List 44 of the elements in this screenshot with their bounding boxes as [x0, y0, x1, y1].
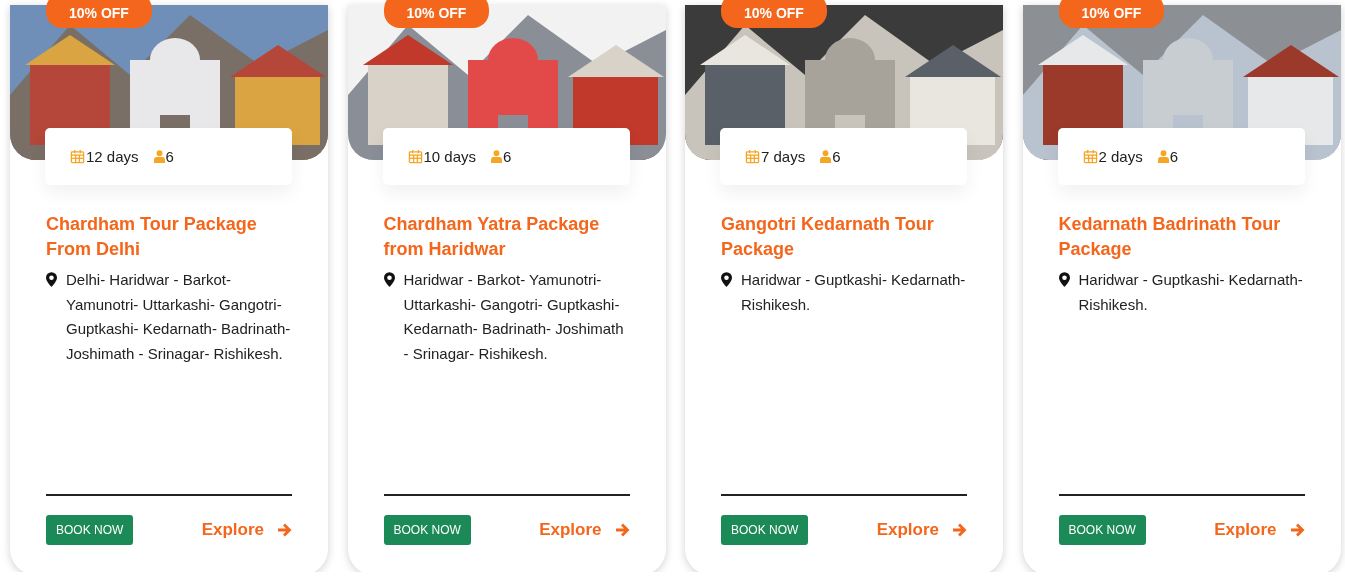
discount-badge: 10% OFF	[1058, 0, 1165, 28]
calendar-icon	[745, 149, 760, 164]
calendar-icon	[70, 149, 85, 164]
location-pin-icon	[46, 272, 57, 287]
duration-text: 7 days	[761, 148, 806, 165]
calendar-icon	[1082, 149, 1098, 164]
person-icon	[1157, 150, 1169, 163]
discount-badge: 10% OFF	[721, 0, 827, 28]
location-pin-icon	[1058, 272, 1070, 287]
duration-text: 12 days	[86, 148, 139, 165]
discount-badge: 10% OFF	[383, 0, 490, 28]
arrow-right-icon[interactable]	[278, 523, 292, 537]
discount-badge: 10% OFF	[46, 0, 152, 28]
person-icon	[491, 150, 503, 163]
tour-title: Kedarnath Badrinath Tour Package	[1058, 213, 1282, 261]
person-icon	[820, 150, 832, 163]
arrow-right-icon[interactable]	[615, 523, 630, 537]
duration-text: 2 days	[1098, 148, 1143, 165]
duration-text: 10 days	[423, 148, 477, 165]
people-count: 6	[1169, 148, 1179, 165]
book-now-button[interactable]: BOOK NOW	[721, 515, 809, 545]
explore-link[interactable]: Explore	[539, 520, 602, 540]
calendar-icon	[407, 149, 423, 164]
route-text: Delhi- Haridwar - Barkot- Yamunotri- Uttarkashi- Gangotri- Guptkashi- Kedarnath- Badrinath- Joshimath - Srinagar- Rishikesh.	[66, 270, 292, 364]
arrow-right-icon[interactable]	[953, 523, 967, 537]
explore-link[interactable]: Explore	[1214, 520, 1277, 540]
location-pin-icon	[383, 272, 395, 287]
tour-title: Chardham Tour Package From Delhi	[46, 213, 258, 261]
book-now-button[interactable]: BOOK NOW	[1058, 515, 1146, 545]
route-text: Haridwar - Guptkashi- Kedarnath- Rishikesh.	[741, 270, 967, 315]
explore-link[interactable]: Explore	[201, 520, 264, 540]
book-now-button[interactable]: BOOK NOW	[46, 515, 134, 545]
arrow-right-icon[interactable]	[1290, 523, 1305, 537]
route-text: Haridwar - Barkot- Yamunotri- Uttarkashi- Gangotri- Guptkashi- Kedarnath- Badrinath- Joshimath - Srinagar- Rishikesh.	[403, 270, 625, 364]
explore-link[interactable]: Explore	[876, 520, 939, 540]
location-pin-icon	[721, 272, 732, 287]
people-count: 6	[503, 148, 512, 165]
people-count: 6	[165, 148, 174, 165]
book-now-button[interactable]: BOOK NOW	[383, 515, 471, 545]
people-count: 6	[832, 148, 841, 165]
person-icon	[153, 150, 165, 163]
tour-title: Gangotri Kedarnath Tour Package	[721, 213, 935, 261]
tour-title: Chardham Yatra Package from Haridwar	[383, 213, 601, 261]
route-text: Haridwar - Guptkashi- Kedarnath- Rishikesh.	[1078, 270, 1304, 315]
